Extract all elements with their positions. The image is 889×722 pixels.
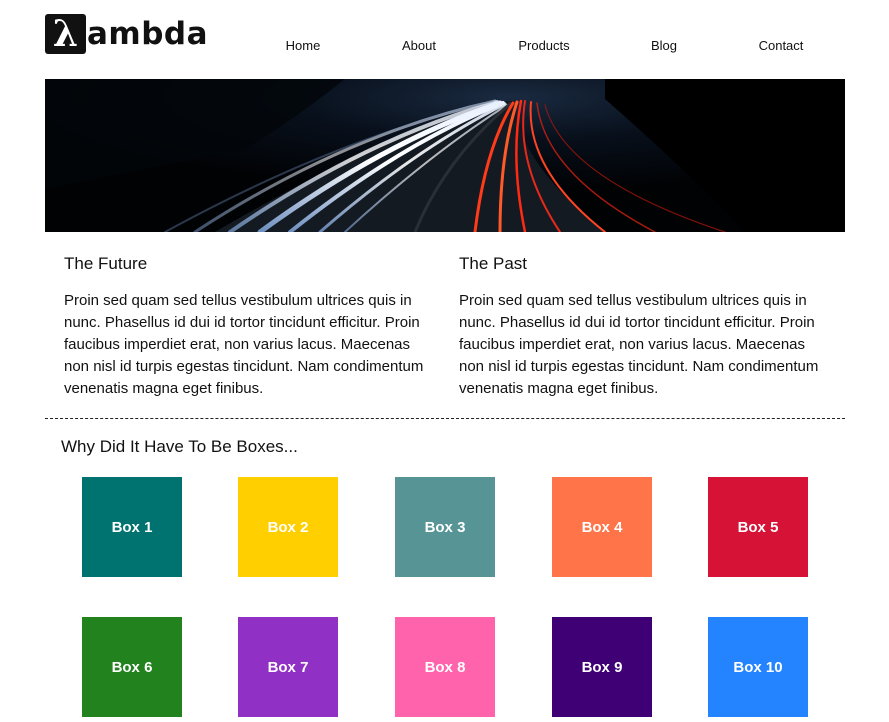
section-divider [45, 418, 845, 419]
nav-contact[interactable]: Contact [759, 38, 804, 53]
column-body: Proin sed quam sed tellus vestibulum ult… [64, 292, 424, 397]
box-8: Box 8 [395, 617, 495, 717]
box-label: Box 6 [111, 658, 153, 676]
main-nav: Home About Products Blog Contact [45, 38, 845, 58]
column-past: The Past Proin sed quam sed tellus vesti… [459, 254, 829, 400]
highway-light-trails-image [45, 79, 845, 232]
site-header: λ ambda Home About Products Blog Contact [45, 14, 845, 64]
box-4: Box 4 [552, 477, 652, 577]
box-9: Box 9 [552, 617, 652, 717]
nav-about[interactable]: About [402, 38, 436, 53]
box-2: Box 2 [238, 477, 338, 577]
hero-image [45, 79, 845, 232]
box-label: Box 7 [267, 658, 309, 676]
box-label: Box 2 [267, 518, 309, 536]
column-body: Proin sed quam sed tellus vestibulum ult… [459, 292, 819, 397]
box-3: Box 3 [395, 477, 495, 577]
box-1: Box 1 [82, 477, 182, 577]
column-future: The Future Proin sed quam sed tellus ves… [64, 254, 434, 400]
box-label: Box 4 [581, 518, 623, 536]
column-heading: The Past [459, 254, 528, 273]
box-7: Box 7 [238, 617, 338, 717]
box-label: Box 3 [424, 518, 466, 536]
box-10: Box 10 [708, 617, 808, 717]
boxes-section-title: Why Did It Have To Be Boxes... [61, 437, 298, 456]
nav-home[interactable]: Home [286, 38, 321, 53]
box-label: Box 8 [424, 658, 466, 676]
box-label: Box 9 [581, 658, 623, 676]
box-5: Box 5 [708, 477, 808, 577]
box-label: Box 1 [111, 518, 153, 536]
box-label: Box 10 [733, 658, 783, 676]
nav-products[interactable]: Products [518, 38, 569, 53]
box-6: Box 6 [82, 617, 182, 717]
nav-blog[interactable]: Blog [651, 38, 677, 53]
column-heading: The Future [64, 254, 148, 273]
box-label: Box 5 [737, 518, 779, 536]
